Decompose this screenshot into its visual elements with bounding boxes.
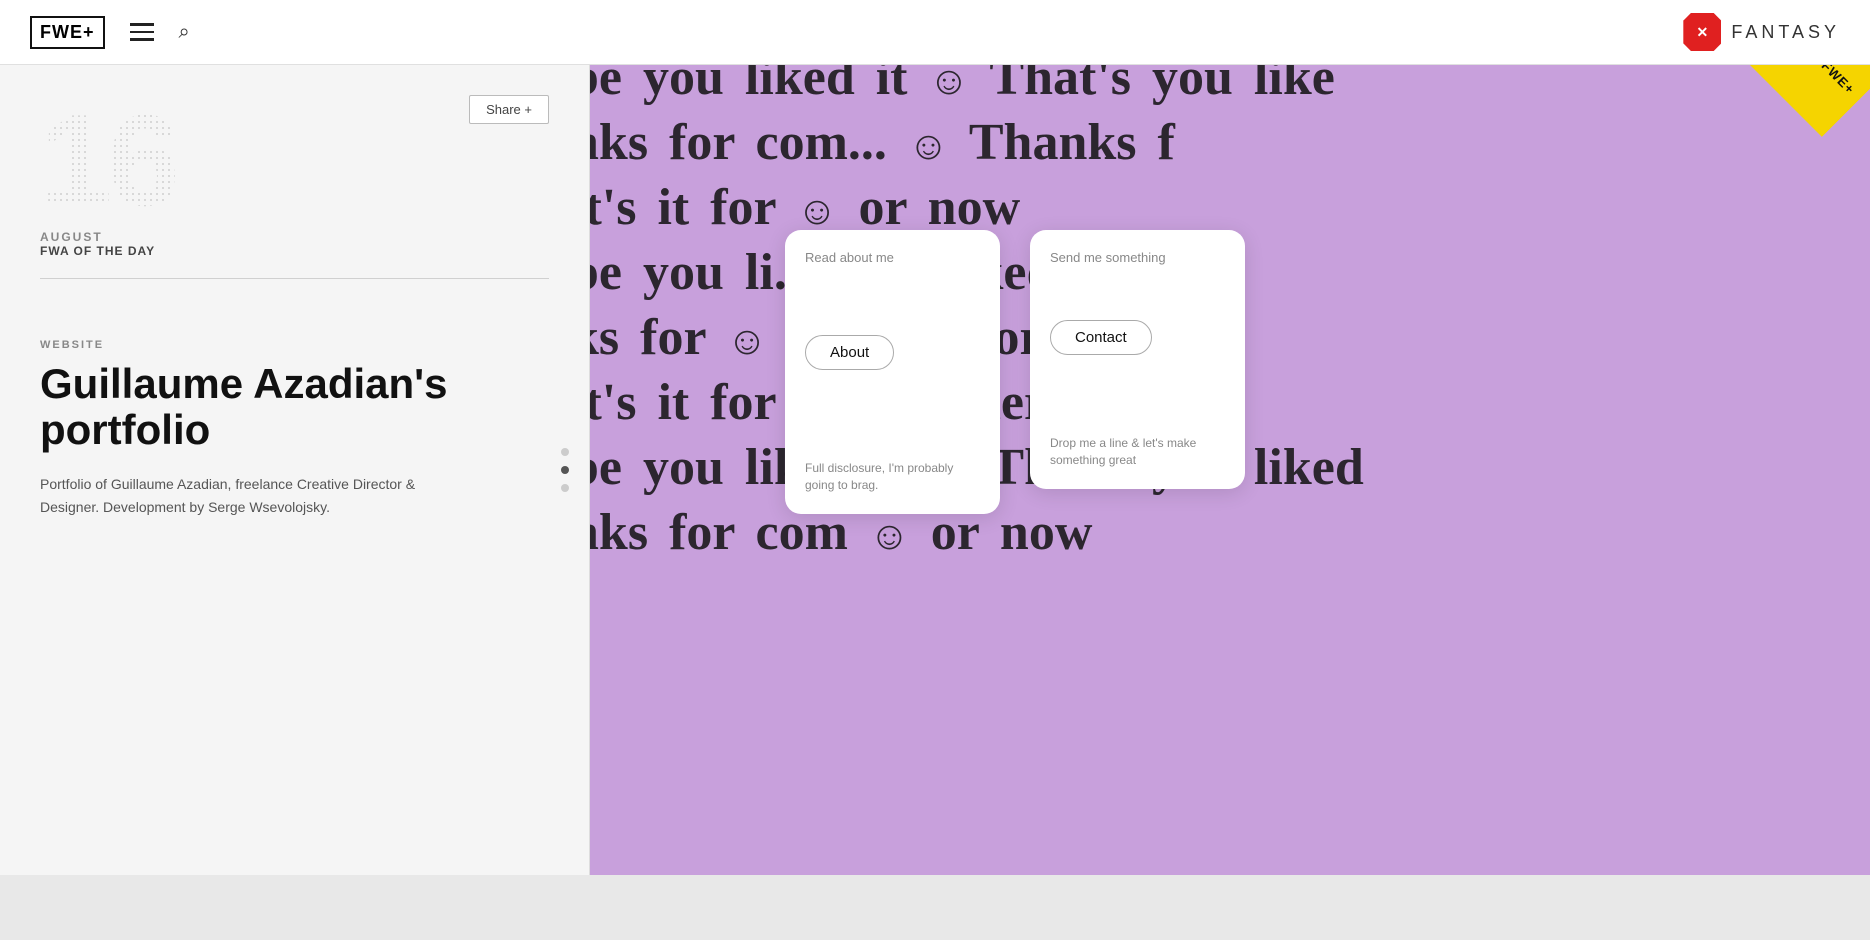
header-left: FWE+ ⌕ <box>30 16 190 49</box>
fantasy-logo: ✕ FANTASY <box>1683 13 1840 51</box>
site-description: Portfolio of Guillaume Azadian, freelanc… <box>40 473 420 518</box>
fantasy-label: FANTASY <box>1731 22 1840 43</box>
search-icon[interactable]: ⌕ <box>179 21 190 44</box>
dot-2[interactable] <box>561 466 569 474</box>
fantasy-x-icon: ✕ <box>1683 13 1721 51</box>
fwe-logo[interactable]: FWE+ <box>30 16 105 49</box>
site-title: Guillaume Azadian's portfolio <box>40 361 549 453</box>
card-contact: Send me something Contact Drop me a line… <box>1030 230 1245 489</box>
card-contact-subtext: Drop me a line & let's make something gr… <box>1050 435 1225 469</box>
fwa-of-day: FWA OF THE DAY <box>40 244 549 258</box>
card-about: Read about me About Full disclosure, I'm… <box>785 230 1000 514</box>
main-content: Share + 16 AUGUST FWA OF THE DAY WEBSITE… <box>0 65 1870 875</box>
hamburger-icon[interactable] <box>125 18 159 46</box>
divider <box>40 278 549 279</box>
dots-navigation <box>561 448 569 492</box>
dot-1[interactable] <box>561 448 569 456</box>
contact-button[interactable]: Contact <box>1050 320 1152 355</box>
card-about-subtext: Full disclosure, I'm probably going to b… <box>805 460 980 494</box>
left-panel: Share + 16 AUGUST FWA OF THE DAY WEBSITE… <box>0 65 590 875</box>
card-contact-label: Send me something <box>1050 250 1225 265</box>
dot-3[interactable] <box>561 484 569 492</box>
about-button[interactable]: About <box>805 335 894 370</box>
fwe-badge-text: FWE+ <box>1818 65 1857 97</box>
right-panel: be you liked it ☺ That's you like nks fo… <box>590 65 1870 875</box>
date-number: 16 <box>40 95 549 225</box>
website-label: WEBSITE <box>40 339 549 351</box>
header: FWE+ ⌕ ✕ FANTASY <box>0 0 1870 65</box>
card-about-label: Read about me <box>805 250 980 265</box>
